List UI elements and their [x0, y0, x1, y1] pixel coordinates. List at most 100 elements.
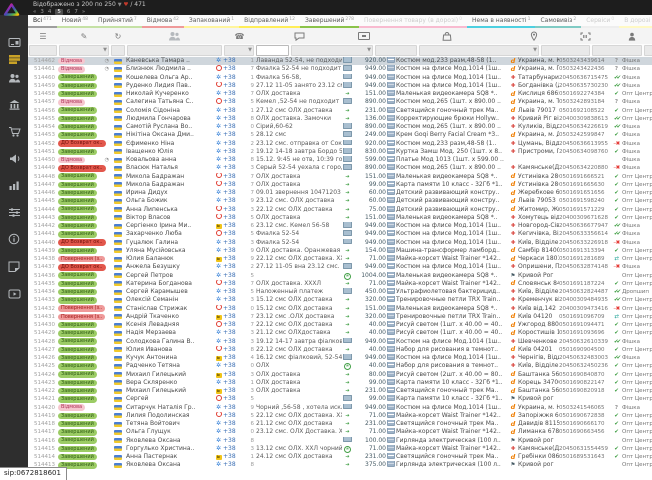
phone-link[interactable]: +38	[223, 189, 245, 197]
payment-filter[interactable]	[375, 45, 417, 56]
phone-link[interactable]: +38	[223, 230, 245, 238]
table-row[interactable]: 514433ЗавершенийОлексій Семанін✲+38315.1…	[28, 296, 652, 304]
phone-link[interactable]: +38	[223, 131, 245, 139]
phone-link[interactable]: +38	[223, 82, 245, 90]
table-row[interactable]: 514442ЗавершенийСергіенко Ірина Ми..lc+3…	[28, 222, 652, 230]
pager-page-5[interactable]: 5	[55, 9, 63, 15]
phone-link[interactable]: +38	[223, 206, 245, 214]
phone-link[interactable]: +38	[223, 437, 245, 445]
search-input[interactable]	[256, 45, 289, 56]
table-row[interactable]: 514416ЗавершенийЯковлева Оксана✲+388100.…	[28, 437, 652, 445]
table-row[interactable]: 514449ДО Возврат ок..Власюк Наталья✲+383…	[28, 164, 652, 172]
phone-link[interactable]: +38	[223, 239, 245, 247]
table-row[interactable]: 514458ЗавершенийНиколай Кучеренко✲+387ОЛ…	[28, 90, 652, 98]
id-column-header[interactable]: ☰	[28, 28, 58, 44]
tab-Завершений[interactable]: Завершений278	[300, 15, 359, 28]
phone-link[interactable]: +38	[223, 255, 245, 263]
phone-link[interactable]: +38	[223, 371, 245, 379]
client-filter[interactable]	[127, 45, 222, 56]
phone-link[interactable]: +38	[223, 453, 245, 461]
table-row[interactable]: 514453ЗавершенийНікітіна Оксана Дми..✲+3…	[28, 131, 652, 139]
country-filter[interactable]	[111, 45, 125, 56]
table-row[interactable]: 514421ЗавершенийСергей+38599.00Карта пам…	[28, 395, 652, 403]
phone-link[interactable]: +38	[223, 354, 245, 362]
table-row[interactable]: 514439ЗавершенийУляна Мусійовська✲+389ОЛ…	[28, 247, 652, 255]
table-row[interactable]: 514440ДО Возврат ок..Гуцалюк Галина✲+383…	[28, 239, 652, 247]
client-column-header[interactable]	[126, 28, 223, 44]
table-row[interactable]: 514425ЗавершенийРадченко Тетяна✲+380ОЛХ₴…	[28, 362, 652, 370]
phone-link[interactable]: +38	[223, 65, 245, 73]
table-row[interactable]: 514448ЗавершенийМикола Бадражан+387ОЛХ д…	[28, 173, 652, 181]
table-row[interactable]: 514418ЗавершенийТетяна Войтович✲+38621.1…	[28, 420, 652, 428]
phone-link[interactable]: +38	[223, 461, 245, 469]
product-filter[interactable]: ▼	[419, 45, 539, 56]
table-row[interactable]: 514424ЗавершенийМихаил Гилецькийlc+383ОЛ…	[28, 371, 652, 379]
phone-link[interactable]: +38	[223, 321, 245, 329]
favorite-icon[interactable]: ♥	[124, 2, 129, 8]
table-row[interactable]: 514456ЗавершенийСоломія Сідоніна✲+38127.…	[28, 107, 652, 115]
phone-link[interactable]: +38	[223, 280, 245, 288]
tab-Повернення товару (в дорозі)[interactable]: Повернення товару (в дорозі)0	[359, 15, 467, 28]
tab-Запакований[interactable]: Запакований1	[184, 15, 239, 28]
sidebar-users-icon[interactable]	[0, 68, 28, 87]
table-row[interactable]: 514427ЗавершенийЮлия Иванова+38822.12 см…	[28, 346, 652, 354]
tab-Відправлений[interactable]: Відправлений12	[239, 15, 300, 28]
tab-Новий[interactable]: Новий48	[57, 15, 93, 28]
phone-link[interactable]: +38	[223, 338, 245, 346]
phone-link[interactable]: +38	[223, 362, 245, 370]
tab-Самовивіз[interactable]: Самовивіз2	[535, 15, 581, 28]
table-row[interactable]: 514462Відмова◔Каневська Тамара ..✲+381Ла…	[28, 57, 652, 65]
address-column-header[interactable]	[508, 28, 559, 44]
phone-link[interactable]: +38	[223, 288, 245, 296]
table-row[interactable]: 514429ЗавершенийНадія Мерзаева✲+38321.12…	[28, 329, 652, 337]
table-row[interactable]: 514432Повернення (з..Станіслав Стрижак+3…	[28, 305, 652, 313]
phone-link[interactable]: +38	[223, 123, 245, 131]
phone-link[interactable]: +38	[223, 313, 245, 321]
status-filter[interactable]: ▼	[59, 45, 109, 56]
tab-Всі[interactable]: Всі471	[28, 15, 57, 28]
pager-page-3[interactable]: 3	[40, 9, 44, 15]
tab-Сервіси[interactable]: Сервіси0	[581, 15, 619, 28]
id-filter[interactable]	[29, 45, 57, 56]
phone-link[interactable]: +38	[223, 404, 245, 412]
phone-link[interactable]: +38	[223, 57, 245, 65]
table-row[interactable]: 514437ДО Возврат ок..Анжела Безушку✲+382…	[28, 263, 652, 271]
country-column-header[interactable]: ↻	[110, 28, 126, 44]
table-row[interactable]: 514415ЗавершенийГоргулько Христина..✲+38…	[28, 445, 652, 453]
sidebar-orders-gold-icon[interactable]	[0, 50, 28, 69]
phone-filter[interactable]: ▼	[224, 45, 254, 56]
payment-column-header[interactable]	[342, 28, 386, 44]
phone-link[interactable]: +38	[223, 420, 245, 428]
phone-link[interactable]: +38	[223, 90, 245, 98]
phone-link[interactable]: +38	[223, 247, 245, 255]
phone-link[interactable]: +38	[223, 181, 245, 189]
phone-link[interactable]: +38	[223, 428, 245, 436]
phone-link[interactable]: +38	[223, 148, 245, 156]
phone-link[interactable]: +38	[223, 412, 245, 420]
table-row[interactable]: 514446ЗавершенийИрина Дидух✲+38709.01 зв…	[28, 189, 652, 197]
table-row[interactable]: 514431Повернення (з..Андрій Ткаченкоlc+3…	[28, 313, 652, 321]
ttn-column-header[interactable]	[559, 28, 611, 44]
pager-last-button[interactable]: »	[82, 9, 85, 15]
table-row[interactable]: 514460ЗавершенийКошелева Ольга Ар..✲+381…	[28, 74, 652, 82]
phone-link[interactable]: +38	[223, 296, 245, 304]
phone-link[interactable]: +38	[223, 115, 245, 123]
table-row[interactable]: 514452ДО Возврат ок..Єфименко Ніна✲+3822…	[28, 140, 652, 148]
source-column-header[interactable]	[611, 28, 652, 44]
phone-link[interactable]: +38	[223, 445, 245, 453]
pager-page-6[interactable]: 6	[67, 9, 71, 15]
table-row[interactable]: 514436ЗавершенийСергей Петров✲+385₴1004.…	[28, 272, 652, 280]
table-row[interactable]: 514455ЗавершенийЛюдмила Гончарова✲+388ОЛ…	[28, 115, 652, 123]
table-row[interactable]: 514457ВідмоваСалегина Татьяна С..+385Кем…	[28, 98, 652, 106]
table-row[interactable]: 514445ЗавершенийОльга Божик✲+38923.12 см…	[28, 197, 652, 205]
ttn-filter[interactable]	[592, 45, 642, 56]
phone-column-header[interactable]: ☎	[223, 28, 256, 44]
table-row[interactable]: 514444ЗавершенийАнна Липенська+38322.12 …	[28, 206, 652, 214]
comment-column-header[interactable]	[256, 28, 342, 44]
table-row[interactable]: 514441ЗавершенийЗахарченко Люба+385Фиалк…	[28, 230, 652, 238]
table-row[interactable]: 514459ЗавершенийРуденко Лидия Пав..+3892…	[28, 82, 652, 90]
sidebar-sticker-icon[interactable]	[0, 257, 28, 276]
table-row[interactable]: 514422ЗавершенийМихаил Гилецькийlc+383ОЛ…	[28, 387, 652, 395]
phone-link[interactable]: +38	[223, 156, 245, 164]
table-row[interactable]: 514419ЗавершенийЛилия Подолинская+38522.…	[28, 412, 652, 420]
